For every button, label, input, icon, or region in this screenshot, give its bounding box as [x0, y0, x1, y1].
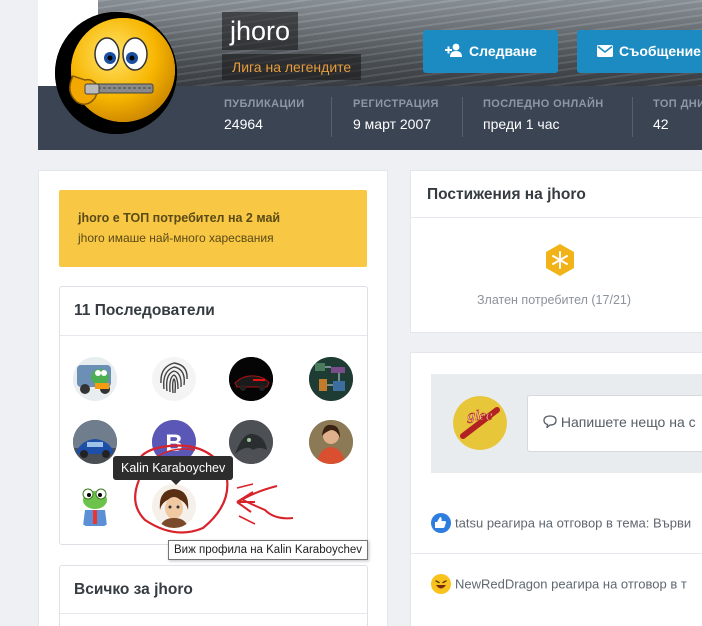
stat-label: РЕГИСТРАЦИЯ [353, 98, 439, 110]
add-user-icon [445, 31, 463, 74]
stat-last-online: ПОСЛЕДНО ОНЛАЙН преди 1 час [483, 98, 604, 136]
annotation-circle-arrow [134, 444, 294, 534]
glee-avatar-text: glee [468, 408, 493, 424]
top-notice-subtitle: jhoro имаше най-много харесвания [78, 231, 274, 245]
stat-divider [462, 97, 463, 137]
activity-user[interactable]: tatsu [455, 516, 483, 531]
zipper-mouth-emoji-icon [55, 12, 177, 134]
car-frog-avatar-icon [73, 357, 117, 401]
divider [60, 613, 367, 614]
frog-avatar-icon [73, 484, 117, 528]
top-user-notice: jhoro е ТОП потребител на 2 май jhoro им… [59, 190, 367, 267]
envelope-icon [597, 31, 613, 74]
achievement-label: Златен потребител (17/21) [477, 293, 632, 307]
stat-value: 42 [653, 116, 669, 132]
follower-avatar[interactable] [309, 420, 353, 464]
stat-publications: ПУБЛИКАЦИИ 24964 [224, 98, 305, 136]
follower-avatar[interactable] [73, 484, 117, 528]
activity-text: реагира на отговор в тема: Върви [486, 515, 692, 531]
red-car-avatar-icon [229, 357, 273, 401]
stat-value: 9 март 2007 [353, 116, 432, 132]
about-title: Всичко за jhoro [74, 581, 193, 598]
follower-avatar[interactable] [73, 357, 117, 401]
follower-name-tooltip: Kalin Karaboychev [113, 456, 234, 485]
circuit-avatar-icon [309, 357, 353, 401]
comment-icon [543, 414, 561, 430]
activity-user[interactable]: NewRedDragon [455, 577, 548, 592]
activity-text: реагира на отговор в т [551, 576, 687, 592]
stat-value: преди 1 час [483, 116, 560, 132]
follower-avatar[interactable] [309, 357, 353, 401]
stat-value: 24964 [224, 116, 263, 132]
divider [411, 217, 702, 218]
status-update-input[interactable]: Напишете нещо на с [527, 395, 702, 452]
like-reaction-icon [431, 513, 451, 533]
stat-divider [632, 97, 633, 137]
follow-button-label: Следване [469, 43, 537, 59]
follower-avatar[interactable] [152, 357, 196, 401]
woman-avatar-icon [309, 420, 353, 464]
divider [60, 335, 367, 336]
message-button-label: Съобщение [619, 43, 701, 59]
follow-button[interactable]: Следване [423, 30, 558, 73]
activity-item[interactable]: tatsu реагира на отговор в тема: Върви [431, 513, 691, 537]
profile-username: jhoro [222, 12, 299, 50]
haha-reaction-icon [431, 574, 451, 594]
fingerprint-avatar-icon [152, 357, 196, 401]
stat-label: ПУБЛИКАЦИИ [224, 98, 305, 110]
view-profile-tooltip: Виж профила на Kalin Karaboychev [168, 540, 369, 560]
divider [411, 553, 702, 554]
stat-divider [331, 97, 332, 137]
achievements-title: Постижения на jhoro [427, 186, 586, 203]
stat-registration: РЕГИСТРАЦИЯ 9 март 2007 [353, 98, 439, 136]
profile-user-title: Лига на легендите [222, 54, 362, 80]
top-notice-title: jhoro е ТОП потребител на 2 май [78, 211, 281, 225]
profile-avatar[interactable] [55, 12, 177, 134]
follower-avatar[interactable] [73, 420, 117, 464]
gold-badge-icon[interactable] [543, 243, 577, 277]
stat-label: ТОП ДНИ [653, 98, 702, 110]
follower-avatar[interactable] [229, 357, 273, 401]
activity-item[interactable]: NewRedDragon реагира на отговор в т [431, 574, 687, 598]
stat-label: ПОСЛЕДНО ОНЛАЙН [483, 98, 604, 110]
message-button[interactable]: Съобщение [577, 30, 702, 73]
glee-avatar-icon: glee [453, 396, 507, 450]
blue-car-avatar-icon [73, 420, 117, 464]
status-placeholder: Напишете нещо на с [560, 414, 696, 430]
stat-top-days: ТОП ДНИ 42 [653, 98, 702, 136]
followers-title: 11 Последователи [74, 302, 215, 319]
current-user-avatar: glee [453, 396, 507, 450]
